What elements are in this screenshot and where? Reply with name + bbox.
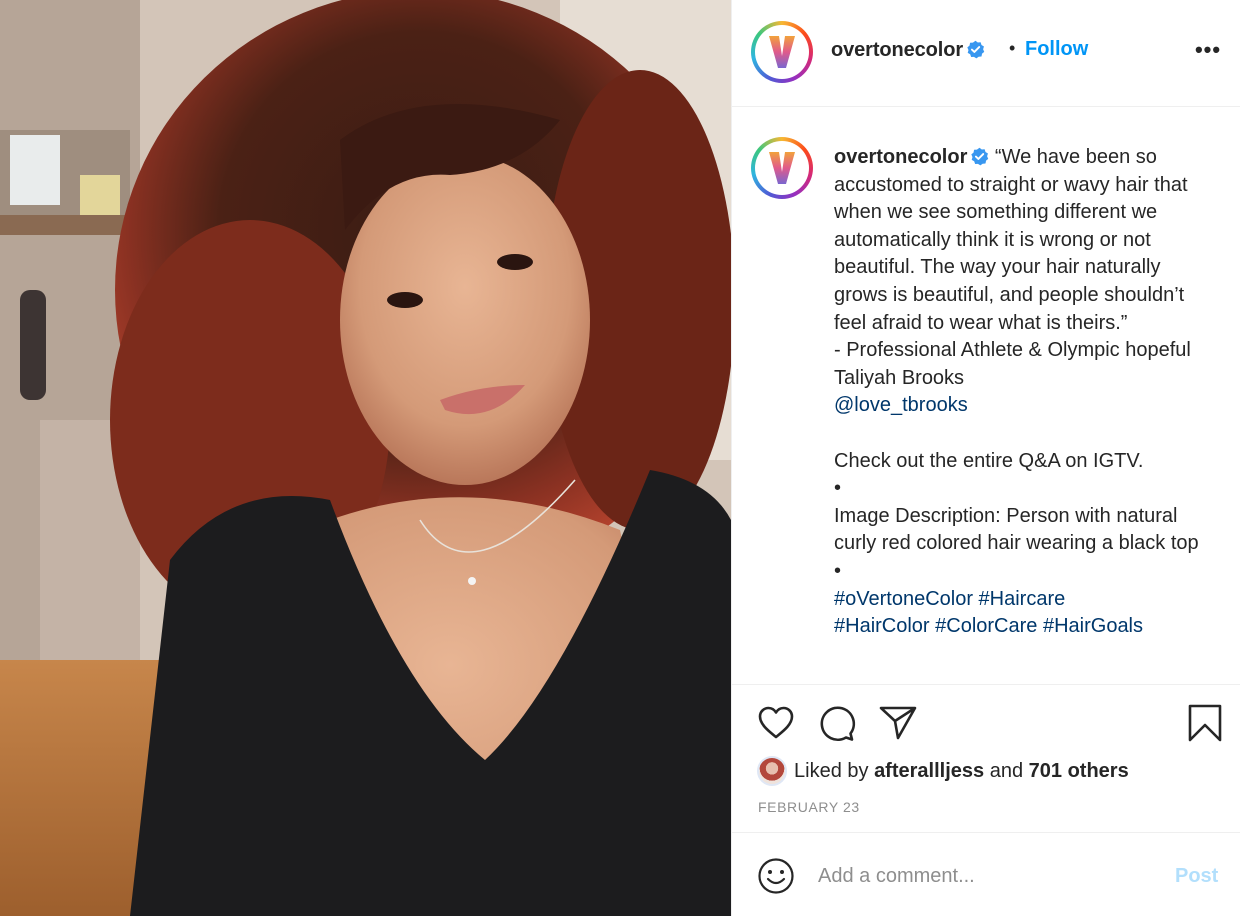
caption-username[interactable]: overtonecolor	[834, 146, 967, 168]
bookmark-icon[interactable]	[1185, 703, 1225, 743]
heart-icon[interactable]	[756, 703, 796, 743]
caption-hashtags[interactable]: #oVertoneColor #Haircare	[834, 588, 1065, 610]
post-comment-button[interactable]: Post	[1175, 865, 1218, 888]
profile-avatar[interactable]	[751, 21, 813, 83]
photo-illustration	[0, 0, 731, 916]
caption-avatar[interactable]	[751, 137, 813, 199]
liker-avatar[interactable]	[757, 756, 787, 786]
header-separator: •	[1009, 38, 1016, 58]
caption-area: overtonecolor “We have been so accustome…	[732, 108, 1240, 684]
caption-paragraph: Check out the entire Q&A on IGTV. • Imag…	[834, 449, 1199, 582]
paper-plane-icon[interactable]	[878, 703, 918, 743]
caption-quote: “We have been so accustomed to straight …	[834, 146, 1191, 389]
liker-username[interactable]: afterallljess	[874, 760, 984, 783]
brand-logo-icon	[769, 152, 795, 184]
caption-mention-link[interactable]: @love_tbrooks	[834, 394, 968, 416]
comment-icon[interactable]	[816, 703, 856, 743]
likes-summary: Liked by afterallljess and 701 others	[757, 756, 1129, 786]
post-photo[interactable]	[0, 0, 731, 916]
likes-count-link[interactable]: 701 others	[1029, 760, 1129, 783]
post-side-panel: overtonecolor • Follow ••• overtonecolor…	[731, 0, 1240, 916]
post-date[interactable]: FEBRUARY 23	[758, 799, 860, 815]
verified-badge-icon	[967, 40, 985, 59]
emoji-icon[interactable]	[757, 857, 795, 895]
brand-logo-icon	[769, 36, 795, 68]
verified-badge-icon	[971, 147, 989, 166]
post-actions: Liked by afterallljess and 701 others FE…	[732, 684, 1240, 832]
more-options-icon[interactable]: •••	[1193, 39, 1223, 64]
post-caption: overtonecolor “We have been so accustome…	[834, 144, 1214, 641]
caption-hashtags-overflow[interactable]: #HairColor #ColorCare #HairGoals	[834, 615, 1143, 637]
comment-bar: Post	[732, 832, 1240, 916]
profile-username[interactable]: overtonecolor	[831, 39, 985, 62]
post-header: overtonecolor • Follow •••	[732, 0, 1240, 107]
follow-button[interactable]: Follow	[1025, 38, 1088, 61]
comment-input[interactable]	[818, 861, 1158, 891]
